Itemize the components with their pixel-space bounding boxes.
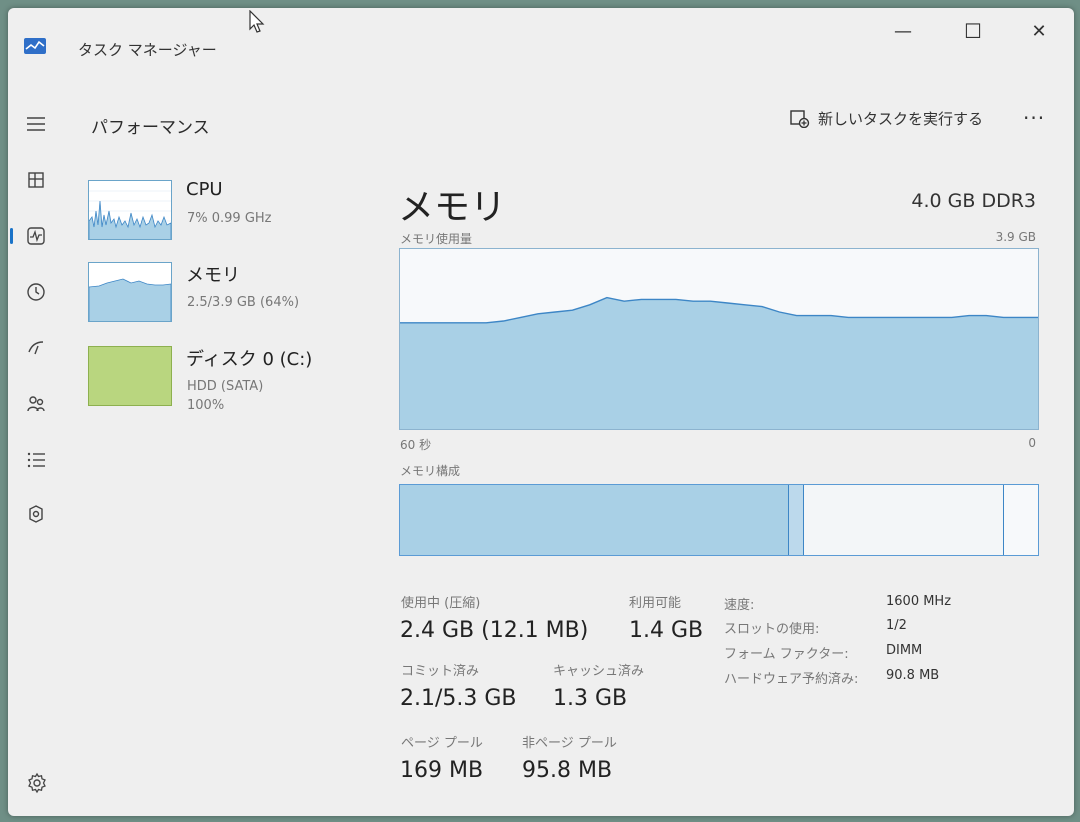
detail-spec: 4.0 GB DDR3 xyxy=(911,190,1036,212)
users-icon xyxy=(27,396,45,412)
memory-name: メモリ xyxy=(186,265,240,286)
disk-name: ディスク 0 (C:) xyxy=(186,349,313,370)
services-icon xyxy=(29,505,43,523)
memory-thumbnail xyxy=(88,262,172,322)
memory-usage-graph xyxy=(399,248,1039,430)
available-label: 利用可能 xyxy=(629,596,682,611)
memory-usage: 2.5/3.9 GB (64%) xyxy=(187,295,300,310)
cpu-usage: 7% 0.99 GHz xyxy=(187,211,272,226)
committed-value: 2.1/5.3 GB xyxy=(400,686,517,711)
minimize-button[interactable]: — xyxy=(888,16,918,46)
in-use-label: 使用中 (圧縮) xyxy=(401,596,481,611)
task-manager-app-icon xyxy=(24,38,46,54)
speed-label: 速度: xyxy=(724,598,755,613)
page-title: パフォーマンス xyxy=(91,118,210,138)
cpu-name: CPU xyxy=(186,179,223,200)
form-factor-value: DIMM xyxy=(886,643,923,658)
nav-app-history[interactable] xyxy=(20,276,52,308)
available-value: 1.4 GB xyxy=(629,618,704,643)
cached-label: キャッシュ済み xyxy=(553,664,645,679)
nav-details[interactable] xyxy=(20,444,52,476)
slots-value: 1/2 xyxy=(886,618,907,633)
nav-menu-button[interactable] xyxy=(20,108,52,140)
app-history-icon xyxy=(27,283,45,301)
nav-startup[interactable] xyxy=(20,332,52,364)
graph-axis-right: 0 xyxy=(1028,436,1036,450)
performance-icon xyxy=(27,227,45,245)
processes-icon xyxy=(28,172,44,188)
composition-free xyxy=(1002,485,1038,555)
disk-thumbnail xyxy=(88,346,172,406)
task-manager-window: タスク マネージャー — ☐ ✕ パフォーマンス 新しいタスクを実行する ···… xyxy=(8,8,1074,816)
composition-label: メモリ構成 xyxy=(400,464,461,478)
nonpaged-pool-value: 95.8 MB xyxy=(522,758,613,783)
active-indicator xyxy=(10,228,13,244)
composition-modified xyxy=(787,485,804,555)
settings-icon[interactable] xyxy=(26,772,48,794)
form-factor-label: フォーム ファクター: xyxy=(724,647,849,662)
usage-graph-label: メモリ使用量 xyxy=(400,232,473,246)
nav-processes[interactable] xyxy=(20,164,52,196)
nav-users[interactable] xyxy=(20,388,52,420)
committed-label: コミット済み xyxy=(401,664,480,679)
maximize-button[interactable]: ☐ xyxy=(958,16,988,46)
device-disk[interactable]: ディスク 0 (C:) HDD (SATA) 100% xyxy=(88,346,378,416)
slots-label: スロットの使用: xyxy=(724,622,820,637)
in-use-value: 2.4 GB (12.1 MB) xyxy=(400,618,589,643)
graph-axis-left: 60 秒 xyxy=(400,438,432,452)
hardware-reserved-value: 90.8 MB xyxy=(886,668,940,683)
title-bar: タスク マネージャー — ☐ ✕ xyxy=(8,8,1074,78)
usage-graph-max: 3.9 GB xyxy=(995,230,1036,244)
speed-value: 1600 MHz xyxy=(886,594,952,609)
nav-services[interactable] xyxy=(20,498,52,530)
run-task-label: 新しいタスクを実行する xyxy=(818,110,984,128)
hamburger-icon xyxy=(27,117,45,131)
composition-in-use xyxy=(400,485,788,555)
composition-standby xyxy=(803,485,1003,555)
paged-pool-value: 169 MB xyxy=(400,758,484,783)
more-options-button[interactable]: ··· xyxy=(1023,106,1045,130)
mouse-cursor-icon xyxy=(249,10,265,33)
device-cpu[interactable]: CPU 7% 0.99 GHz xyxy=(88,179,378,250)
run-task-icon xyxy=(790,109,810,128)
nav-performance[interactable] xyxy=(10,220,52,252)
app-title: タスク マネージャー xyxy=(78,41,217,59)
device-memory[interactable]: メモリ 2.5/3.9 GB (64%) xyxy=(88,262,378,332)
cached-value: 1.3 GB xyxy=(553,686,628,711)
close-button[interactable]: ✕ xyxy=(1024,16,1054,46)
nonpaged-pool-label: 非ページ プール xyxy=(522,736,617,751)
nav-sidebar xyxy=(8,98,64,816)
disk-type: HDD (SATA) xyxy=(187,379,264,394)
detail-title: メモリ xyxy=(398,187,507,228)
paged-pool-label: ページ プール xyxy=(401,736,483,751)
details-icon xyxy=(27,452,45,468)
hardware-reserved-label: ハードウェア予約済み: xyxy=(724,672,859,687)
startup-icon xyxy=(28,341,44,355)
cpu-thumbnail xyxy=(88,180,172,240)
disk-active-time: 100% xyxy=(187,398,225,413)
run-new-task-button[interactable]: 新しいタスクを実行する xyxy=(790,108,983,129)
memory-composition-bar xyxy=(399,484,1039,556)
